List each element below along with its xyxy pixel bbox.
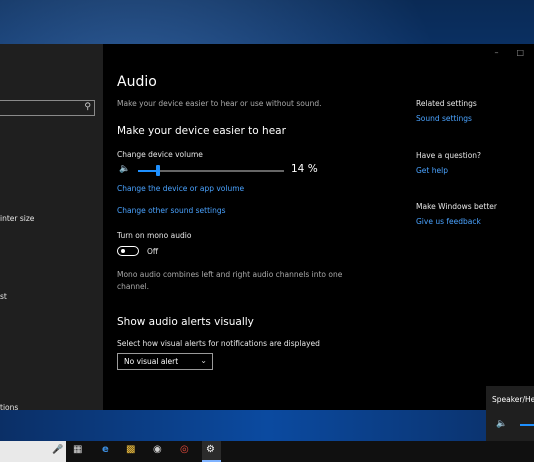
section-heading-hear: Make your device easier to hear <box>117 125 286 137</box>
mono-audio-toggle[interactable] <box>117 246 139 256</box>
flyout-device-name[interactable]: Speaker/Hea <box>492 395 534 404</box>
section-heading-alerts: Show audio alerts visually <box>117 316 254 328</box>
edge-icon[interactable]: e <box>102 444 109 455</box>
volume-label: Change device volume <box>117 150 203 159</box>
volume-slider-thumb[interactable] <box>156 165 161 176</box>
flyout-volume-slider[interactable] <box>520 424 534 426</box>
improve-windows-heading: Make Windows better <box>416 202 497 211</box>
sidebar-item-notifications[interactable]: tions <box>0 403 18 410</box>
visual-alerts-label: Select how visual alerts for notificatio… <box>117 339 320 348</box>
get-help-link[interactable]: Get help <box>416 166 448 175</box>
folder-icon[interactable]: ▩ <box>126 444 135 455</box>
feedback-link[interactable]: Give us feedback <box>416 217 481 226</box>
volume-value: 14 % <box>291 163 318 175</box>
toggle-knob <box>121 249 125 253</box>
minimize-button[interactable]: – <box>494 48 498 57</box>
volume-slider[interactable] <box>138 165 284 176</box>
app-volume-link[interactable]: Change the device or app volume <box>117 184 244 193</box>
volume-slider-fill <box>138 170 159 172</box>
taskbar: 🎤 ▦ e ▩ ◉ ◎ ⚙ <box>0 441 534 462</box>
gear-icon: ⚙ <box>206 444 215 455</box>
microphone-icon[interactable]: 🎤 <box>52 445 63 455</box>
sound-settings-link[interactable]: Sound settings <box>416 114 472 123</box>
page-title: Audio <box>117 74 157 90</box>
settings-taskbar-button[interactable]: ⚙ <box>202 441 221 462</box>
search-icon[interactable]: ⚲ <box>84 102 91 112</box>
question-heading: Have a question? <box>416 151 482 160</box>
related-settings-heading: Related settings <box>416 99 477 108</box>
speaker-icon[interactable]: 🔈 <box>496 419 507 429</box>
chevron-down-icon: ⌄ <box>200 356 207 365</box>
sidebar-item-pointer-size[interactable]: inter size <box>0 214 34 223</box>
other-sound-settings-link[interactable]: Change other sound settings <box>117 206 226 215</box>
page-subtitle: Make your device easier to hear or use w… <box>117 99 322 108</box>
mono-audio-label: Turn on mono audio <box>117 231 192 240</box>
settings-search-input[interactable]: ⚲ <box>0 100 95 116</box>
speaker-icon: 🔈 <box>119 164 131 174</box>
task-view-icon[interactable]: ▦ <box>73 444 82 455</box>
mono-audio-description: Mono audio combines left and right audio… <box>117 270 343 291</box>
store-icon[interactable]: ◉ <box>153 444 162 455</box>
settings-window: ⚲ inter size st tions – □ Audio Make your… <box>0 44 534 410</box>
mono-audio-state: Off <box>147 247 159 256</box>
taskbar-search-box[interactable]: 🎤 <box>0 441 66 462</box>
window-controls: – □ <box>476 48 524 57</box>
visual-alerts-dropdown[interactable]: No visual alert ⌄ <box>117 353 213 370</box>
chrome-icon[interactable]: ◎ <box>180 444 189 455</box>
maximize-button[interactable]: □ <box>516 48 524 57</box>
settings-sidebar: ⚲ inter size st tions <box>0 44 103 410</box>
volume-flyout: Speaker/Hea 🔈 <box>486 386 534 441</box>
visual-alerts-value: No visual alert <box>124 357 179 366</box>
desktop-background-strip <box>0 410 534 441</box>
sidebar-item-contrast[interactable]: st <box>0 292 7 301</box>
